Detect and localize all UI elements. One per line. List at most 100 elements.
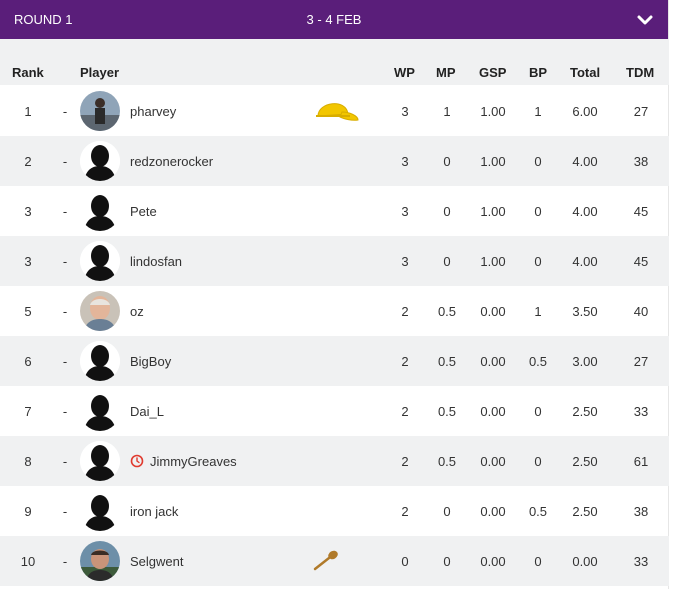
mp-cell: 0 [443,204,451,219]
rank-cell: 8 [24,454,32,469]
table-row[interactable]: 9 - iron jack 2 0 0.00 0.5 2.50 38 [0,486,669,536]
player-name-text[interactable]: lindosfan [130,254,182,269]
mp-cell: 0 [443,504,451,519]
player-name-text[interactable]: Selgwent [130,554,183,569]
mp-cell: 0.5 [437,404,457,419]
cap-icon [316,103,359,121]
table-row[interactable]: 3 - Pete 3 0 1.00 0 4.00 45 [0,186,669,236]
table-row[interactable]: 10 - Selgwent 0 0 0.00 0 0.00 33 [0,536,669,586]
col-total[interactable]: Total [570,65,600,80]
player-name-text[interactable]: iron jack [130,504,178,519]
player-name[interactable]: lindosfan [130,254,182,269]
player-name[interactable]: oz [130,304,144,319]
round-header[interactable]: ROUND 1 3 - 4 FEB [0,0,668,39]
player-name-text[interactable]: Dai_L [130,404,164,419]
wp-cell: 3 [401,254,409,269]
player-name[interactable]: Selgwent [130,554,183,569]
movement-cell: - [62,404,68,419]
gsp-cell: 1.00 [480,204,506,219]
movement-cell: - [62,204,68,219]
wooden-spoon-icon [313,550,338,571]
rank-cell: 9 [24,504,32,519]
player-name-text[interactable]: redzonerocker [130,154,213,169]
col-gsp[interactable]: GSP [479,65,506,80]
gsp-cell: 0.00 [480,304,506,319]
player-name[interactable]: JimmyGreaves [130,454,237,469]
bp-cell: 0.5 [528,354,548,369]
leaderboard-panel: ROUND 1 3 - 4 FEB Rank Player WP MP GSP … [0,0,669,589]
wp-cell: 3 [401,204,409,219]
table-row[interactable]: 8 - JimmyGreaves 2 0.5 0.00 0 2.50 61 [0,436,669,486]
col-tdm[interactable]: TDM [626,65,654,80]
total-cell: 3.50 [572,304,598,319]
total-cell: 4.00 [572,254,598,269]
player-name[interactable]: Pete [130,204,157,219]
mp-cell: 0.5 [437,354,457,369]
wp-cell: 2 [401,504,409,519]
mp-cell: 0 [443,154,451,169]
col-bp[interactable]: BP [529,65,547,80]
tdm-cell: 45 [633,204,649,219]
gsp-cell: 1.00 [480,104,506,119]
avatar[interactable] [80,191,120,231]
bp-cell: 0 [534,454,542,469]
tdm-cell: 61 [633,454,649,469]
player-name[interactable]: pharvey [130,104,176,119]
player-name-text[interactable]: Pete [130,204,157,219]
player-name-text[interactable]: JimmyGreaves [150,454,237,469]
player-name[interactable]: redzonerocker [130,154,213,169]
tdm-cell: 27 [633,104,649,119]
col-wp[interactable]: WP [394,65,415,80]
tdm-cell: 38 [633,504,649,519]
wp-cell: 3 [401,104,409,119]
bp-cell: 0 [534,254,542,269]
avatar[interactable] [80,91,120,131]
movement-cell: - [62,454,68,469]
table-row[interactable]: 2 - redzonerocker 3 0 1.00 0 4.00 38 [0,136,669,186]
table-row[interactable]: 5 - oz 2 0.5 0.00 1 3.50 40 [0,286,669,336]
gsp-cell: 0.00 [480,404,506,419]
movement-cell: - [62,154,68,169]
avatar[interactable] [80,491,120,531]
total-cell: 2.50 [572,504,598,519]
player-name[interactable]: BigBoy [130,354,171,369]
chevron-down-icon[interactable] [636,11,654,29]
player-name[interactable]: Dai_L [130,404,164,419]
player-name-text[interactable]: pharvey [130,104,176,119]
table-row[interactable]: 7 - Dai_L 2 0.5 0.00 0 2.50 33 [0,386,669,436]
gsp-cell: 1.00 [480,154,506,169]
tdm-cell: 27 [633,354,649,369]
tdm-cell: 38 [633,154,649,169]
player-name-text[interactable]: oz [130,304,144,319]
gsp-cell: 0.00 [480,354,506,369]
bp-cell: 1 [534,104,542,119]
avatar[interactable] [80,391,120,431]
bp-cell: 0 [534,204,542,219]
wp-cell: 2 [401,454,409,469]
col-rank[interactable]: Rank [12,65,44,80]
rank-cell: 10 [20,554,36,569]
avatar[interactable] [80,341,120,381]
mp-cell: 1 [443,104,451,119]
table-row[interactable]: 6 - BigBoy 2 0.5 0.00 0.5 3.00 27 [0,336,669,386]
avatar[interactable] [80,541,120,581]
avatar[interactable] [80,241,120,281]
wp-cell: 2 [401,404,409,419]
table-row[interactable]: 3 - lindosfan 3 0 1.00 0 4.00 45 [0,236,669,286]
table-row[interactable]: 1 - pharvey 3 1 1.00 1 6.00 27 [0,86,669,136]
col-mp[interactable]: MP [436,65,456,80]
movement-cell: - [62,554,68,569]
player-name-text[interactable]: BigBoy [130,354,171,369]
standings-list: 1- pharvey 3 1 1.00 1 6.00 27 2- redzonerocker 3 0 1… [0,86,669,586]
player-name[interactable]: iron jack [130,504,178,519]
avatar[interactable] [80,291,120,331]
col-player[interactable]: Player [80,65,119,80]
total-cell: 2.50 [572,404,598,419]
avatar[interactable] [80,441,120,481]
gsp-cell: 0.00 [480,554,506,569]
wp-cell: 2 [401,304,409,319]
avatar[interactable] [80,141,120,181]
movement-cell: - [62,304,68,319]
bp-cell: 0 [534,154,542,169]
rank-cell: 2 [24,154,32,169]
